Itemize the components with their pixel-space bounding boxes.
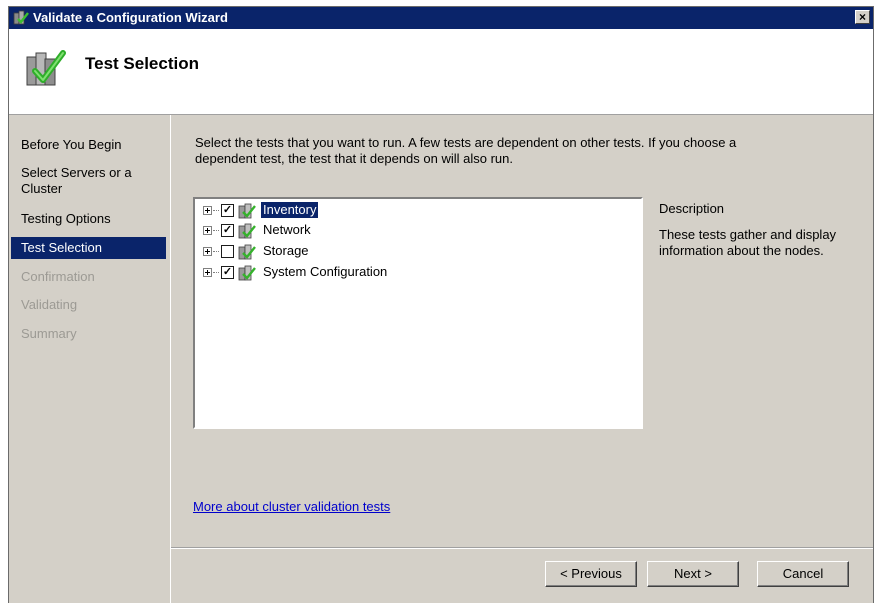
step-testing-options[interactable]: Testing Options (11, 211, 166, 227)
close-button[interactable]: × (855, 10, 870, 24)
inventory-checkbox[interactable]: ✓ (221, 204, 234, 217)
more-about-validation-link[interactable]: More about cluster validation tests (193, 499, 390, 514)
step-validating: Validating (21, 297, 78, 312)
expand-icon[interactable] (203, 247, 212, 256)
instructions-text: Select the tests that you want to run. A… (195, 135, 737, 166)
next-button[interactable]: Next > (647, 561, 739, 587)
footer-divider (171, 547, 873, 549)
test-tree[interactable]: ✓ Inventory ✓ Network Storage ✓ System C… (193, 197, 643, 429)
cancel-button[interactable]: Cancel (757, 561, 849, 587)
test-category-icon (238, 223, 256, 239)
test-category-icon (238, 244, 256, 260)
expand-icon[interactable] (203, 268, 212, 277)
cluster-wizard-icon (13, 10, 29, 25)
title-bar[interactable]: Validate a Configuration Wizard × (9, 7, 873, 29)
tree-node-label[interactable]: Inventory (261, 202, 319, 218)
storage-checkbox[interactable] (221, 245, 234, 258)
expand-icon[interactable] (203, 226, 212, 235)
description-title: Description (659, 201, 725, 216)
network-checkbox[interactable]: ✓ (221, 224, 234, 237)
tree-node-label[interactable]: Network (261, 222, 313, 238)
window-title: Validate a Configuration Wizard (33, 10, 228, 25)
tree-node-label[interactable]: System Configuration (261, 264, 389, 280)
wizard-content: Select the tests that you want to run. A… (171, 115, 873, 603)
wizard-steps-nav: Before You Begin Select Servers or a Clu… (9, 115, 171, 603)
step-before-you-begin[interactable]: Before You Begin (11, 137, 166, 153)
step-test-selection[interactable]: Test Selection (11, 237, 166, 259)
page-title: Test Selection (85, 54, 199, 73)
step-summary: Summary (21, 326, 77, 341)
expand-icon[interactable] (203, 206, 212, 215)
description-text: These tests gather and display informati… (659, 227, 837, 258)
step-select-servers[interactable]: Select Servers or a Cluster (11, 165, 151, 197)
test-category-icon (238, 265, 256, 281)
tree-node-label[interactable]: Storage (261, 243, 311, 259)
system-configuration-checkbox[interactable]: ✓ (221, 266, 234, 279)
wizard-header: Test Selection (9, 29, 873, 115)
previous-button[interactable]: < Previous (545, 561, 637, 587)
step-confirmation: Confirmation (21, 269, 95, 284)
wizard-window: Validate a Configuration Wizard × Test S… (8, 6, 874, 603)
validation-checkmark-icon (26, 50, 66, 86)
test-category-icon (238, 203, 256, 219)
